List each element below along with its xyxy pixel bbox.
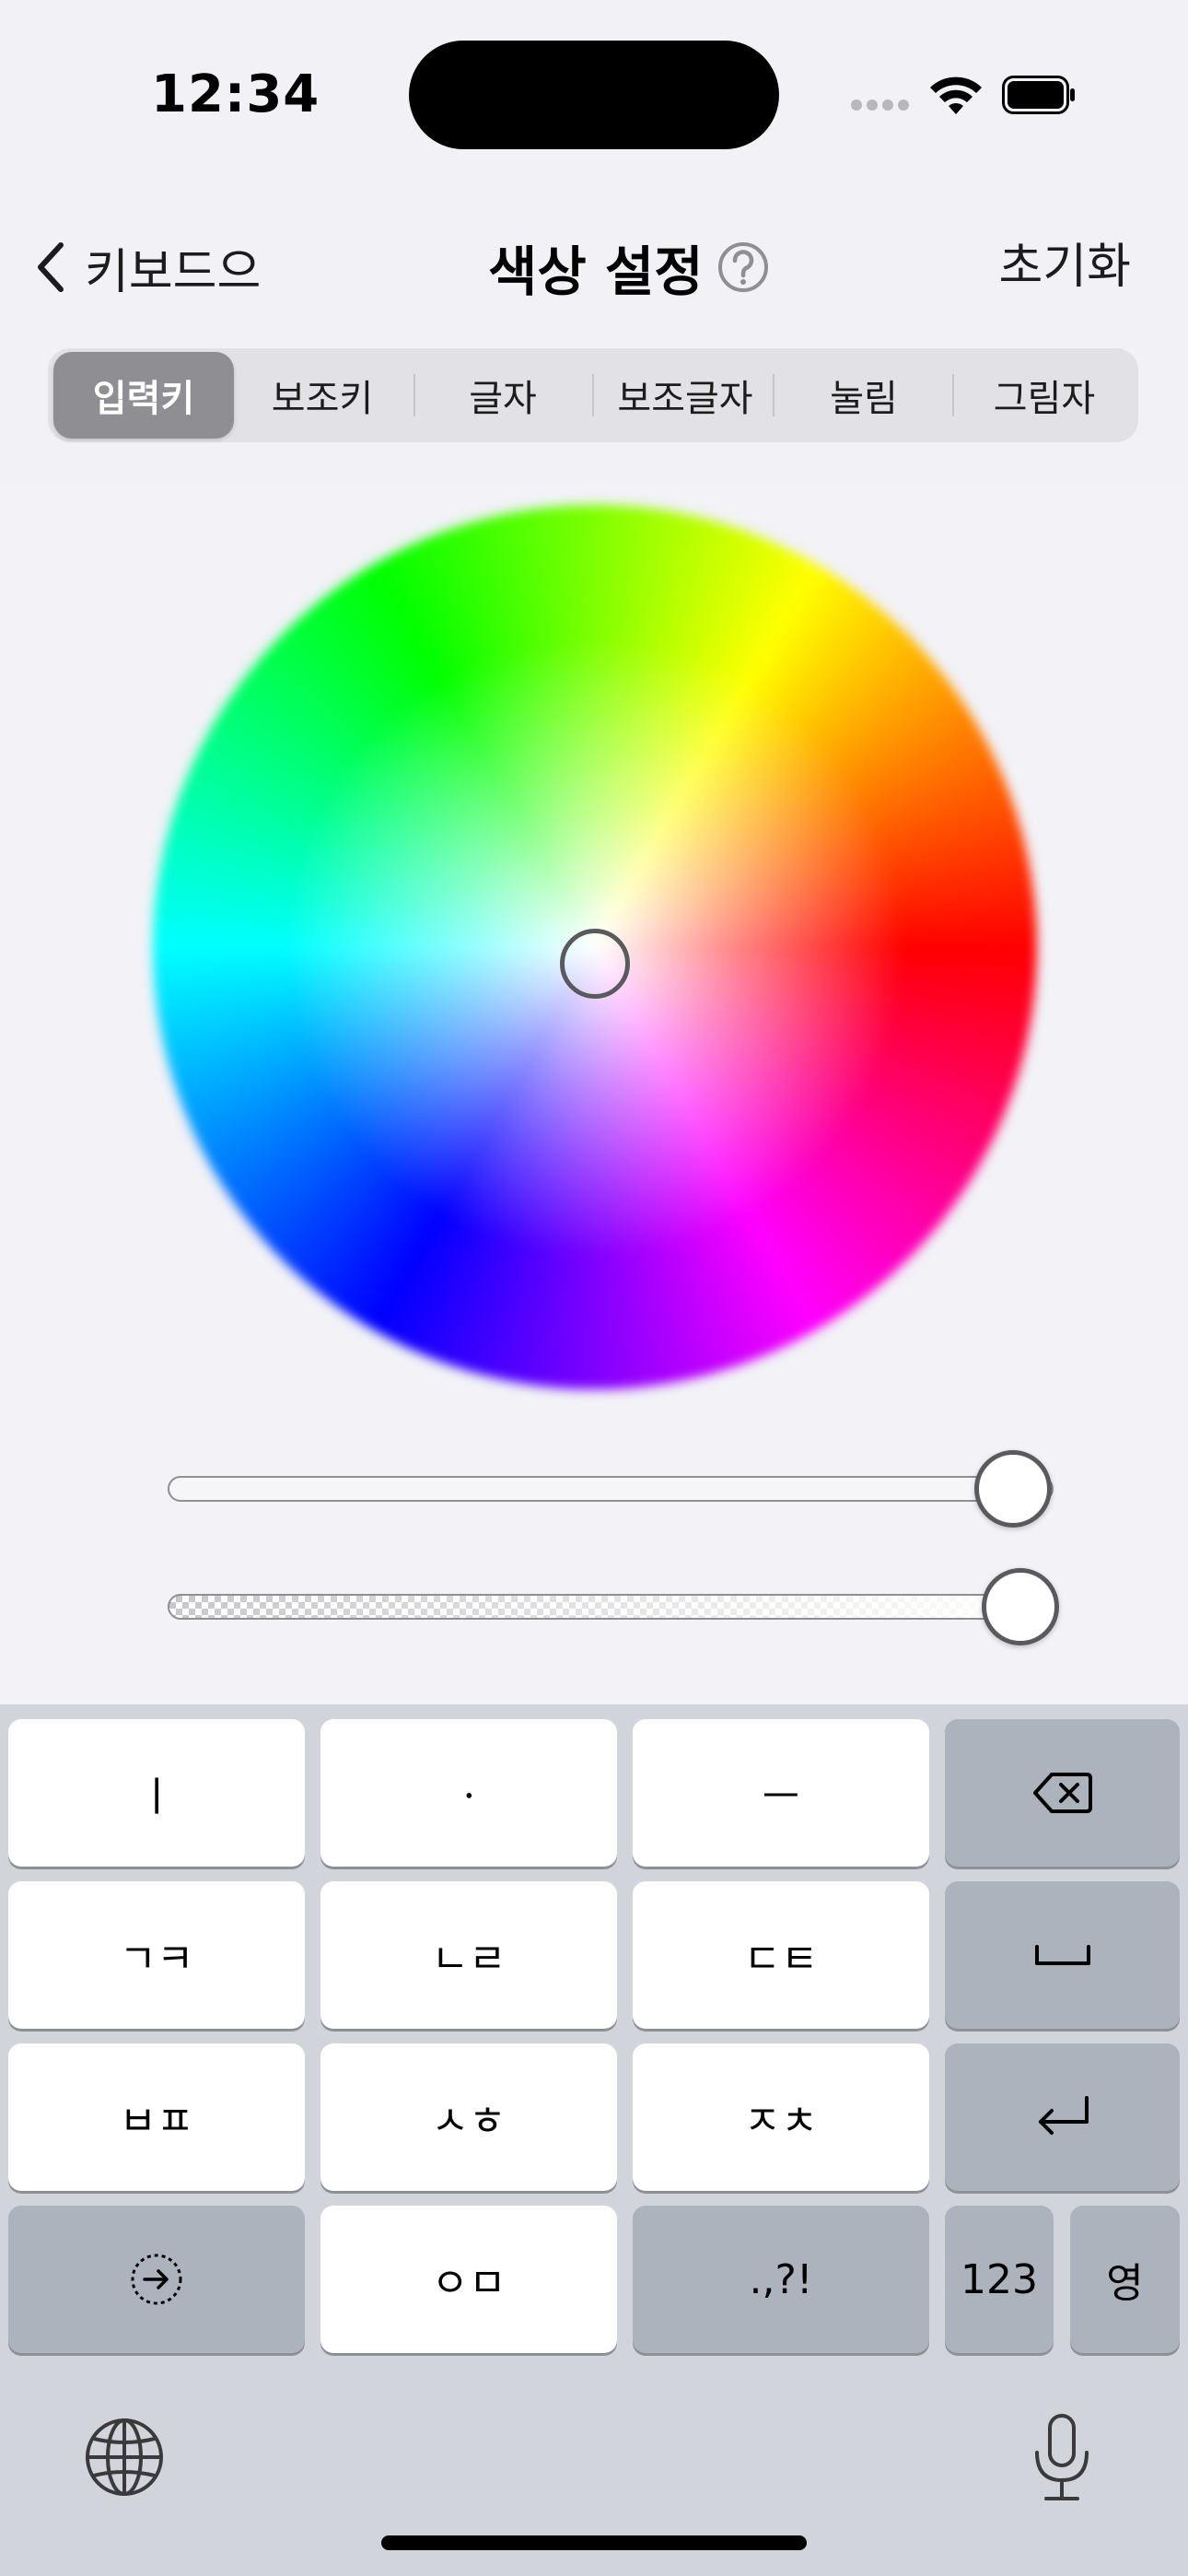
brightness-slider-track[interactable] bbox=[168, 1476, 1054, 1502]
tab-auxiliary-key[interactable]: 보조키 bbox=[232, 352, 413, 439]
home-indicator bbox=[381, 2535, 807, 2550]
return-key[interactable] bbox=[945, 2043, 1180, 2191]
next-field-icon bbox=[131, 2254, 182, 2305]
punctuation-key[interactable]: .,?! bbox=[633, 2206, 929, 2353]
key-digeut-tieut[interactable]: ㄷㅌ bbox=[633, 1881, 929, 2029]
navigation-bar: 키보드으 색상 설정 초기화 bbox=[0, 203, 1188, 322]
microphone-icon[interactable] bbox=[1030, 2412, 1094, 2504]
tab-divider bbox=[592, 374, 594, 416]
reset-button[interactable]: 초기화 bbox=[998, 230, 1131, 304]
help-icon[interactable] bbox=[716, 240, 770, 294]
keyboard: ㅣ ㆍ ㅡ ㄱㅋ ㄴㄹ ㄷㅌ ㅂㅍ ㅅㅎ ㅈㅊ ㅇㅁ .,?! 123 영 bbox=[0, 1704, 1188, 2576]
opacity-slider-track[interactable] bbox=[168, 1594, 1054, 1620]
key-siot-hieut[interactable]: ㅅㅎ bbox=[320, 2043, 617, 2191]
status-time: 12:34 bbox=[151, 64, 320, 124]
tab-auxiliary-text[interactable]: 보조글자 bbox=[595, 352, 775, 439]
battery-icon bbox=[1002, 76, 1075, 114]
globe-icon[interactable] bbox=[83, 2416, 166, 2499]
tab-text[interactable]: 글자 bbox=[413, 352, 593, 439]
key-jieut-chieut[interactable]: ㅈㅊ bbox=[633, 2043, 929, 2191]
key-nieun-rieul[interactable]: ㄴㄹ bbox=[320, 1881, 617, 2029]
nav-title-group: 색상 설정 bbox=[488, 230, 770, 304]
numbers-key[interactable]: 123 bbox=[945, 2206, 1054, 2353]
key-vowel-dot[interactable]: ㆍ bbox=[320, 1719, 617, 1867]
english-key[interactable]: 영 bbox=[1070, 2206, 1180, 2353]
wifi-icon bbox=[930, 76, 982, 114]
return-icon bbox=[1038, 2096, 1089, 2135]
backspace-icon bbox=[1032, 1773, 1092, 1813]
tab-pressed[interactable]: 눌림 bbox=[774, 352, 954, 439]
page-title: 색상 설정 bbox=[488, 240, 704, 303]
color-wheel-cursor[interactable] bbox=[560, 929, 630, 999]
color-picker-panel bbox=[0, 483, 1188, 1704]
signal-icon bbox=[851, 100, 910, 114]
key-vowel-eu[interactable]: ㅡ bbox=[633, 1719, 929, 1867]
color-target-tabs: 입력키 보조키 글자 보조글자 눌림 그림자 bbox=[48, 348, 1138, 442]
tab-input-key[interactable]: 입력키 bbox=[53, 352, 234, 439]
space-key[interactable] bbox=[945, 1881, 1180, 2029]
tab-shadow[interactable]: 그림자 bbox=[954, 352, 1135, 439]
key-ieung-mieum[interactable]: ㅇㅁ bbox=[320, 2206, 617, 2353]
brightness-slider-thumb[interactable] bbox=[974, 1450, 1052, 1528]
dynamic-island bbox=[409, 41, 779, 149]
key-vowel-i[interactable]: ㅣ bbox=[8, 1719, 305, 1867]
backspace-key[interactable] bbox=[945, 1719, 1180, 1867]
chevron-left-icon bbox=[38, 242, 64, 292]
space-icon bbox=[1034, 1945, 1090, 1965]
status-bar: 12:34 bbox=[0, 0, 1188, 184]
key-giyeok-kieuk[interactable]: ㄱㅋ bbox=[8, 1881, 305, 2029]
key-bieup-pieup[interactable]: ㅂㅍ bbox=[8, 2043, 305, 2191]
opacity-slider-thumb[interactable] bbox=[982, 1568, 1059, 1645]
back-label: 키보드으 bbox=[85, 244, 262, 300]
next-field-key[interactable] bbox=[8, 2206, 305, 2353]
back-button[interactable]: 키보드으 bbox=[33, 230, 261, 304]
